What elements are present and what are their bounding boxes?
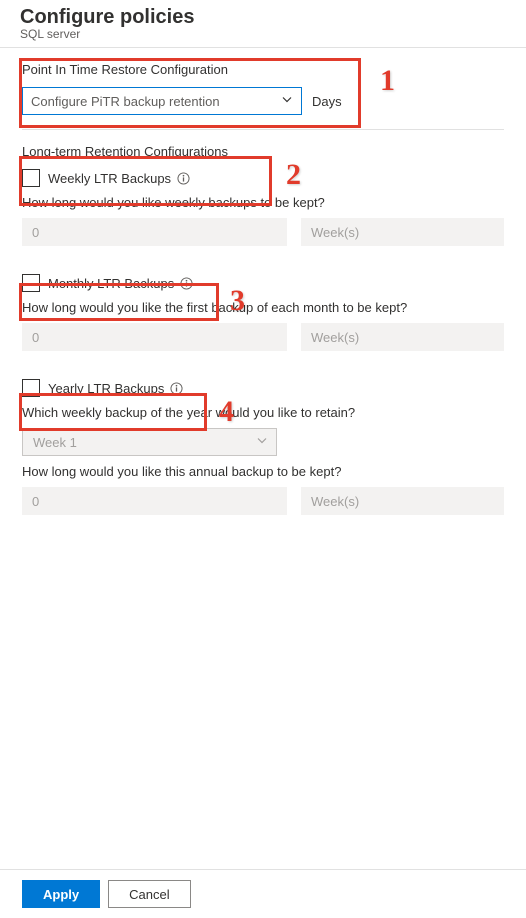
monthly-ltr-checkbox[interactable]	[22, 274, 40, 292]
pitr-dropdown-row: Configure PiTR backup retention Days	[22, 87, 504, 115]
info-icon[interactable]	[170, 382, 183, 395]
pitr-heading: Point In Time Restore Configuration	[22, 62, 504, 77]
content-area: Point In Time Restore Configuration Conf…	[0, 62, 526, 515]
weekly-input-row: 0 Week(s)	[22, 218, 504, 246]
chevron-down-icon	[281, 94, 293, 109]
monthly-question: How long would you like the first backup…	[22, 300, 504, 315]
monthly-ltr-label: Monthly LTR Backups	[48, 276, 193, 291]
ltr-section: Long-term Retention Configurations Weekl…	[22, 144, 504, 246]
weekly-question: How long would you like weekly backups t…	[22, 195, 504, 210]
yearly-value-input[interactable]: 0	[22, 487, 287, 515]
chevron-down-icon	[256, 435, 268, 450]
yearly-unit-select[interactable]: Week(s)	[301, 487, 504, 515]
monthly-input-row: 0 Week(s)	[22, 323, 504, 351]
divider	[22, 129, 504, 130]
footer: Apply Cancel	[0, 869, 526, 918]
yearly-input-row: 0 Week(s)	[22, 487, 504, 515]
yearly-ltr-row: Yearly LTR Backups	[22, 379, 504, 397]
monthly-ltr-label-text: Monthly LTR Backups	[48, 276, 174, 291]
yearly-week-select[interactable]: Week 1	[22, 428, 277, 456]
ltr-heading: Long-term Retention Configurations	[22, 144, 504, 159]
apply-button[interactable]: Apply	[22, 880, 100, 908]
panel-header: Configure policies SQL server	[0, 0, 526, 48]
info-icon[interactable]	[180, 277, 193, 290]
yearly-ltr-label: Yearly LTR Backups	[48, 381, 183, 396]
monthly-ltr-block: Monthly LTR Backups How long would you l…	[22, 274, 504, 351]
page-title: Configure policies	[20, 6, 506, 29]
page-subtitle: SQL server	[20, 27, 506, 41]
yearly-ltr-label-text: Yearly LTR Backups	[48, 381, 164, 396]
weekly-ltr-label-text: Weekly LTR Backups	[48, 171, 171, 186]
info-icon[interactable]	[177, 172, 190, 185]
monthly-ltr-row: Monthly LTR Backups	[22, 274, 504, 292]
monthly-unit-select[interactable]: Week(s)	[301, 323, 504, 351]
pitr-retention-dropdown[interactable]: Configure PiTR backup retention	[22, 87, 302, 115]
yearly-which-question: Which weekly backup of the year would yo…	[22, 405, 504, 420]
pitr-section: Point In Time Restore Configuration Conf…	[22, 62, 504, 115]
monthly-value-input[interactable]: 0	[22, 323, 287, 351]
yearly-duration-question: How long would you like this annual back…	[22, 464, 504, 479]
cancel-button[interactable]: Cancel	[108, 880, 190, 908]
weekly-value-input[interactable]: 0	[22, 218, 287, 246]
pitr-unit-label: Days	[312, 94, 342, 109]
weekly-ltr-row: Weekly LTR Backups	[22, 169, 504, 187]
weekly-ltr-checkbox[interactable]	[22, 169, 40, 187]
yearly-ltr-checkbox[interactable]	[22, 379, 40, 397]
pitr-dropdown-placeholder: Configure PiTR backup retention	[31, 94, 220, 109]
yearly-ltr-block: Yearly LTR Backups Which weekly backup o…	[22, 379, 504, 515]
weekly-unit-select[interactable]: Week(s)	[301, 218, 504, 246]
weekly-ltr-label: Weekly LTR Backups	[48, 171, 190, 186]
